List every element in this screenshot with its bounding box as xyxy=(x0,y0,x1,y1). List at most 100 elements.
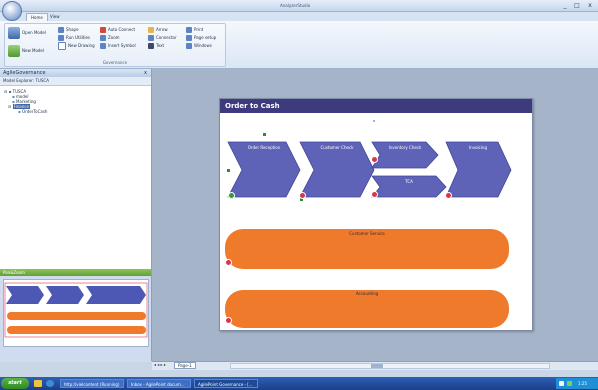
preview-process-1 xyxy=(6,286,44,304)
scroll-thumb[interactable] xyxy=(371,364,383,368)
clock: 1:25 xyxy=(578,381,587,386)
process-label-order-reception: Order Reception xyxy=(247,145,281,150)
process-label-customer-check: Customer Check xyxy=(320,145,354,150)
windows-button[interactable]: Windows xyxy=(186,42,224,49)
text-icon xyxy=(148,42,154,49)
tab-home[interactable]: Home xyxy=(26,13,48,21)
taskbar-button-1[interactable]: http://vielcontent (Running) xyxy=(60,379,124,388)
arrow-button[interactable]: Arrow xyxy=(148,26,184,33)
left-pane-title: AgileGovernance xyxy=(3,70,46,76)
preview-diagram xyxy=(4,282,148,338)
quick-launch-browser-icon[interactable] xyxy=(46,380,54,387)
window-title: AnalyzerStudio xyxy=(280,3,311,8)
run-utilities-label: Run Utilities xyxy=(66,34,90,40)
print-icon xyxy=(186,26,192,33)
run-icon xyxy=(58,34,64,41)
diagram-shapes xyxy=(225,120,512,328)
process-label-inventory-check: Inventory Check xyxy=(388,145,422,150)
open-model-label: Open Model xyxy=(22,30,46,35)
new-model-label: New Model xyxy=(22,48,45,53)
selection-handle-top[interactable] xyxy=(263,133,266,136)
text-button[interactable]: Text xyxy=(148,42,184,49)
insert-symbol-label: Insert Symbol xyxy=(108,42,136,48)
zoom-button[interactable]: Zoom xyxy=(100,34,144,41)
tree-item-ordertocash-label: OrderToCash xyxy=(22,109,48,114)
page-nav-arrows[interactable]: ◂ ◂ ▸ ▸ xyxy=(154,362,166,367)
page-setup-label: Page setup xyxy=(194,34,217,40)
error-badge-icon[interactable] xyxy=(299,192,306,199)
text-label: Text xyxy=(156,42,165,48)
pan-zoom-header: Pan&Zoom xyxy=(0,269,151,276)
connection-point xyxy=(373,120,375,122)
zoom-icon xyxy=(100,34,106,41)
model-tree: ⊟ ▪ TUSCA ▪ model ▪ Marketing ⊟ Finance … xyxy=(0,86,151,269)
valid-badge-icon[interactable] xyxy=(228,192,235,199)
horizontal-scrollbar[interactable] xyxy=(230,363,550,369)
pan-zoom-preview[interactable] xyxy=(3,279,149,347)
band-label-customer-service: Customer Service xyxy=(349,231,385,236)
shape-button[interactable]: Shape xyxy=(58,26,96,33)
tree-item-ordertocash[interactable]: ▪ OrderToCash xyxy=(18,109,47,114)
band-label-accounting: Accounting xyxy=(355,291,379,296)
tab-view[interactable]: View xyxy=(46,13,64,21)
taskbar-button-2[interactable]: Inbox - AgilePoint docum... xyxy=(127,379,191,388)
open-model-button[interactable]: Open Model xyxy=(8,27,54,39)
taskbar-button-3[interactable]: AgilePoint Governance - [... xyxy=(194,379,258,388)
preview-process-2 xyxy=(46,286,84,304)
page-tab[interactable]: Page-1 xyxy=(174,362,196,369)
connector-button[interactable]: Connector xyxy=(148,34,184,41)
diagram-page[interactable]: Order to Cash Order Reception Customer C… xyxy=(219,98,533,331)
connector-label: Connector xyxy=(156,34,177,40)
shape-icon xyxy=(58,26,64,33)
symbol-icon xyxy=(100,42,106,49)
model-explorer-label: Model Explorer: TUSCA xyxy=(0,77,151,86)
left-pane-header: AgileGovernance x xyxy=(0,69,151,77)
insert-symbol-button[interactable]: Insert Symbol xyxy=(100,42,144,49)
maximize-button[interactable]: □ xyxy=(572,2,582,9)
application-menu-button[interactable] xyxy=(2,1,22,21)
process-customer-check[interactable] xyxy=(299,141,375,198)
tray-network-icon[interactable] xyxy=(559,381,564,386)
process-order-reception[interactable] xyxy=(227,141,301,198)
print-button[interactable]: Print xyxy=(186,26,224,33)
minimize-button[interactable]: _ xyxy=(560,2,570,9)
windows-label: Windows xyxy=(194,42,212,48)
error-badge-icon[interactable] xyxy=(371,156,378,163)
error-badge-icon[interactable] xyxy=(225,317,232,324)
auto-connect-button[interactable]: Auto Connect xyxy=(100,26,144,33)
arrow-icon xyxy=(148,26,154,33)
error-badge-icon[interactable] xyxy=(225,259,232,266)
zoom-label: Zoom xyxy=(108,34,120,40)
quick-launch-folder-icon[interactable] xyxy=(34,380,42,387)
process-invoicing[interactable] xyxy=(445,141,512,198)
new-model-icon xyxy=(8,45,20,57)
connector-icon xyxy=(148,34,154,41)
system-tray: 1:25 xyxy=(556,378,598,389)
preview-band-2 xyxy=(7,326,146,334)
open-model-icon xyxy=(8,27,20,39)
drawing-icon xyxy=(58,41,66,50)
new-drawing-button[interactable]: New Drawing xyxy=(58,41,96,50)
arrow-label: Arrow xyxy=(156,26,168,32)
page-setup-button[interactable]: Page setup xyxy=(186,34,224,41)
error-badge-icon[interactable] xyxy=(445,192,452,199)
left-pane-close-button[interactable]: x xyxy=(144,69,147,77)
preview-band-1 xyxy=(7,312,146,320)
windows-icon xyxy=(186,42,192,49)
run-utilities-button[interactable]: Run Utilities xyxy=(58,34,96,41)
error-badge-icon[interactable] xyxy=(371,191,378,198)
pan-zoom-pane: Pan&Zoom xyxy=(0,269,151,362)
new-model-button[interactable]: New Model xyxy=(8,45,54,57)
page-setup-icon xyxy=(186,34,192,41)
selection-handle-left[interactable] xyxy=(227,169,230,172)
print-label: Print xyxy=(194,26,204,32)
left-pane: AgileGovernance x Model Explorer: TUSCA … xyxy=(0,69,152,362)
close-button[interactable]: x xyxy=(585,2,595,9)
auto-connect-label: Auto Connect xyxy=(108,26,136,32)
start-button[interactable]: start xyxy=(1,378,29,389)
shape-label: Shape xyxy=(66,26,79,32)
new-drawing-label: New Drawing xyxy=(68,42,95,48)
connect-icon xyxy=(100,26,106,33)
tray-status-icon[interactable] xyxy=(567,381,572,386)
ribbon-group-label: Governance xyxy=(102,60,128,65)
